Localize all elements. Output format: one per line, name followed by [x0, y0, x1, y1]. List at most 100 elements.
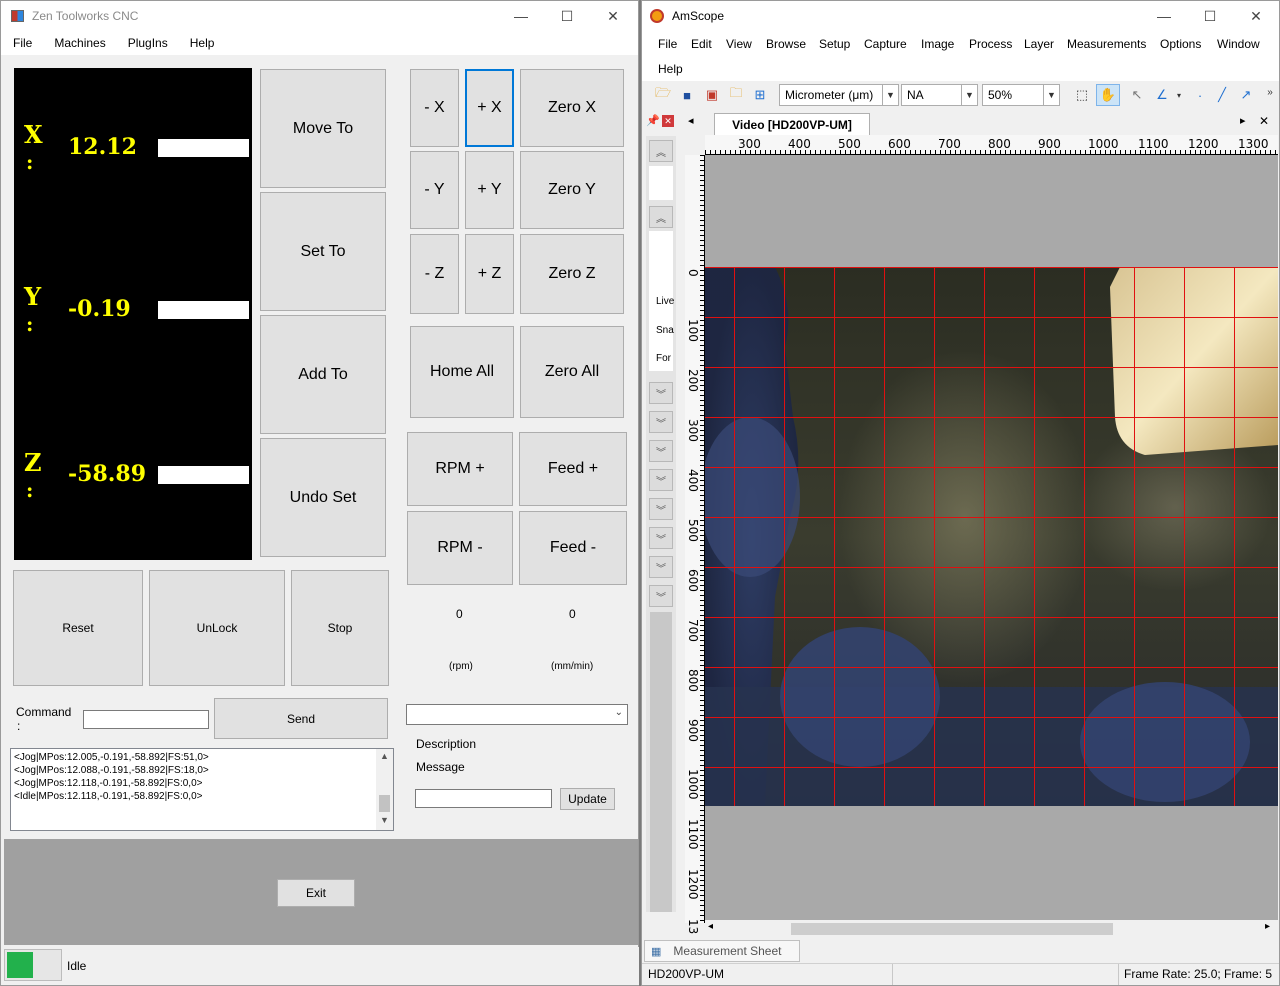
maximize-button[interactable]: ☐ [1187, 1, 1233, 31]
hand-pan-icon[interactable]: ✋ [1096, 84, 1120, 106]
scroll-thumb[interactable] [379, 795, 390, 812]
browse-folder-icon[interactable]: 🗀 [727, 85, 745, 104]
pointer-icon[interactable]: ↖ [1128, 86, 1146, 104]
arrow-line-icon[interactable]: ↗ [1237, 86, 1255, 104]
set-to-button[interactable]: Set To [260, 192, 386, 311]
jog-minus-x-button[interactable]: - X [410, 69, 459, 147]
menu-options[interactable]: Options [1160, 37, 1201, 51]
menu-help[interactable]: Help [178, 36, 225, 50]
menu-setup[interactable]: Setup [819, 37, 850, 51]
expand-down-icon[interactable]: ︾ [649, 469, 673, 491]
menu-window[interactable]: Window [1217, 37, 1260, 51]
jog-plus-x-button[interactable]: + X [465, 69, 514, 147]
magnification-select[interactable]: NA ▼ [901, 84, 978, 106]
zero-z-button[interactable]: Zero Z [520, 234, 624, 314]
move-to-button[interactable]: Move To [260, 69, 386, 188]
close-button[interactable]: ✕ [590, 1, 636, 31]
command-input[interactable] [83, 710, 209, 729]
unlock-button[interactable]: UnLock [149, 570, 285, 686]
close-tab-icon[interactable]: ✕ [1259, 114, 1269, 128]
expand-down-icon[interactable]: ︾ [649, 498, 673, 520]
menu-machines[interactable]: Machines [42, 36, 115, 50]
home-all-button[interactable]: Home All [410, 326, 514, 418]
log-scrollbar[interactable]: ▲ ▼ [376, 749, 393, 830]
close-button[interactable]: ✕ [1233, 1, 1279, 31]
dock-item-live[interactable]: Live [656, 296, 674, 307]
scroll-down-icon[interactable]: ▼ [380, 815, 389, 825]
tab-video[interactable]: Video [HD200VP-UM] [714, 113, 870, 135]
minimize-button[interactable]: — [1141, 1, 1187, 31]
rpm-minus-button[interactable]: RPM - [407, 511, 513, 585]
send-button[interactable]: Send [214, 698, 388, 739]
jog-plus-y-button[interactable]: + Y [465, 151, 514, 229]
collapse-up-icon[interactable]: ︽ [649, 206, 673, 228]
menu-capture[interactable]: Capture [864, 37, 907, 51]
zoom-select[interactable]: 50% ▼ [982, 84, 1060, 106]
expand-down-icon[interactable]: ︾ [649, 585, 673, 607]
dock-item-snap[interactable]: Sna [656, 325, 674, 336]
exit-button[interactable]: Exit [277, 879, 355, 907]
jog-minus-z-button[interactable]: - Z [410, 234, 459, 314]
jog-minus-y-button[interactable]: - Y [410, 151, 459, 229]
close-panel-icon[interactable]: ✕ [662, 115, 674, 127]
message-input[interactable] [415, 789, 552, 808]
scroll-right-icon[interactable]: ▸ [1265, 921, 1270, 932]
feed-minus-button[interactable]: Feed - [519, 511, 627, 585]
angle-dropdown-icon[interactable]: ▾ [1170, 86, 1188, 104]
h-scroll-thumb[interactable] [791, 923, 1113, 935]
scroll-left-icon[interactable]: ◂ [708, 921, 713, 932]
reset-button[interactable]: Reset [13, 570, 143, 686]
zero-all-button[interactable]: Zero All [520, 326, 624, 418]
unit-select[interactable]: Micrometer (μm) ▼ [779, 84, 899, 106]
minimize-button[interactable]: — [498, 1, 544, 31]
tab-scroll-right-icon[interactable]: ▸ [1240, 114, 1246, 127]
undo-set-button[interactable]: Undo Set [260, 438, 386, 557]
menu-view[interactable]: View [726, 37, 752, 51]
pin-icon[interactable]: 📌 [646, 114, 660, 127]
feed-plus-button[interactable]: Feed + [519, 432, 627, 506]
menu-plugins[interactable]: PlugIns [116, 36, 178, 50]
expand-down-icon[interactable]: ︾ [649, 382, 673, 404]
menu-image[interactable]: Image [921, 37, 954, 51]
menu-browse[interactable]: Browse [766, 37, 806, 51]
plugin-select[interactable]: ⌄ [406, 704, 628, 725]
tab-measurement-sheet[interactable]: ▦ Measurement Sheet [644, 940, 800, 962]
h-scrollbar[interactable]: ◂ ▸ [705, 920, 1278, 938]
title-bar[interactable]: Zen Toolworks CNC — ☐ ✕ [1, 1, 638, 31]
rpm-plus-button[interactable]: RPM + [407, 432, 513, 506]
menu-measurements[interactable]: Measurements [1067, 37, 1146, 51]
expand-down-icon[interactable]: ︾ [649, 440, 673, 462]
menu-edit[interactable]: Edit [691, 37, 712, 51]
collapse-up-icon[interactable]: ︽ [649, 140, 673, 162]
rect-select-icon[interactable]: ⬚ [1073, 86, 1091, 104]
serial-log[interactable]: <Jog|MPos:12.005,-0.191,-58.892|FS:51,0>… [10, 748, 394, 831]
image-viewer[interactable]: ◂ ▸ [705, 155, 1278, 938]
tab-scroll-left-icon[interactable]: ◂ [688, 114, 694, 127]
zero-y-button[interactable]: Zero Y [520, 151, 624, 229]
save-icon[interactable]: ■ [678, 86, 696, 104]
update-button[interactable]: Update [560, 788, 615, 810]
maximize-button[interactable]: ☐ [544, 1, 590, 31]
menu-file[interactable]: File [658, 37, 677, 51]
menu-process[interactable]: Process [969, 37, 1012, 51]
jog-plus-z-button[interactable]: + Z [465, 234, 514, 314]
zero-x-button[interactable]: Zero X [520, 69, 624, 147]
open-folder-icon[interactable]: 🗁 [654, 85, 672, 104]
line-icon[interactable]: ╱ [1213, 86, 1231, 104]
scroll-up-icon[interactable]: ▲ [380, 751, 389, 761]
expand-down-icon[interactable]: ︾ [649, 411, 673, 433]
expand-down-icon[interactable]: ︾ [649, 556, 673, 578]
point-icon[interactable]: · [1191, 86, 1209, 104]
menu-help[interactable]: Help [658, 62, 683, 76]
dock-item-format[interactable]: For [656, 353, 674, 364]
save-as-icon[interactable]: ▣ [703, 86, 721, 104]
grid-add-icon[interactable]: ⊞ [751, 86, 769, 104]
menu-file[interactable]: File [1, 36, 42, 50]
expand-down-icon[interactable]: ︾ [649, 527, 673, 549]
toolbar-overflow-icon[interactable]: » [1261, 83, 1279, 101]
title-bar[interactable]: AmScope — ☐ ✕ [642, 1, 1279, 31]
add-to-button[interactable]: Add To [260, 315, 386, 434]
angle-icon[interactable]: ∠ [1153, 86, 1171, 104]
stop-button[interactable]: Stop [291, 570, 389, 686]
menu-layer[interactable]: Layer [1024, 37, 1054, 51]
